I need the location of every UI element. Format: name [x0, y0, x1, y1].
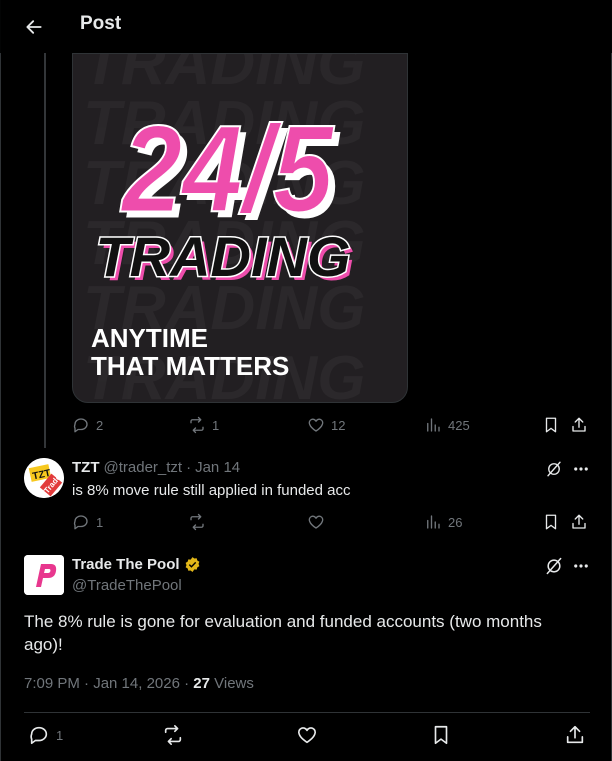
bookmark-icon [434, 725, 448, 745]
bar-chart-icon [427, 515, 440, 529]
views-button[interactable]: 425 [424, 414, 470, 436]
brand-logo-icon [24, 555, 64, 595]
bar-chart-icon [427, 418, 440, 432]
post-timestamp[interactable]: 7:09 PM · Jan 14, 2026 · [24, 675, 189, 692]
view-count: 425 [448, 417, 470, 433]
bookmark-icon [545, 417, 557, 433]
author-handle[interactable]: @trader_tzt [104, 459, 183, 476]
share-icon [572, 417, 586, 432]
share-button[interactable] [564, 724, 586, 746]
share-icon [572, 514, 586, 529]
avatar[interactable]: TZT Trade [24, 458, 64, 498]
post-text: The 8% rule is gone for evaluation and f… [24, 612, 542, 654]
share-icon [566, 725, 584, 744]
reply-button[interactable]: 1 [72, 511, 103, 533]
repost-button[interactable]: 1 [188, 414, 219, 436]
heart-icon [308, 418, 324, 432]
reply-action-bar: 1 26 [72, 511, 596, 533]
views-button[interactable]: 26 [424, 511, 462, 533]
tagline-line-2: THAT MATTERS [91, 351, 289, 381]
grok-button[interactable] [543, 458, 565, 480]
comment-icon [73, 418, 88, 433]
author-name[interactable]: TZT [72, 459, 100, 476]
page-title: Post [80, 13, 122, 34]
share-button[interactable] [570, 414, 588, 436]
bookmark-button[interactable] [430, 724, 452, 746]
bookmark-button[interactable] [542, 414, 560, 436]
author-handle[interactable]: @TradeThePool [72, 577, 182, 594]
reply-count: 1 [56, 727, 64, 743]
back-button[interactable] [18, 11, 50, 43]
grok-button[interactable] [543, 555, 565, 577]
view-count: 26 [448, 514, 463, 530]
author-name-row[interactable]: Trade The Pool [72, 556, 201, 573]
bookmark-button[interactable] [542, 511, 560, 533]
post-date[interactable]: Jan 14 [195, 459, 240, 476]
repost-count: 1 [212, 417, 220, 433]
verified-badge-icon [185, 557, 199, 572]
more-icon [574, 564, 588, 568]
repost-button[interactable] [162, 724, 184, 746]
repost-icon [190, 513, 204, 531]
separator: · [186, 459, 192, 476]
share-button[interactable] [570, 511, 588, 533]
bookmark-icon [545, 514, 557, 530]
post-media-image[interactable]: TRADING TRADING TRADING TRADING TRADING … [72, 53, 408, 403]
post-action-bar: 2 1 12 425 [72, 414, 596, 436]
views-label: Views [214, 675, 254, 692]
reply-button[interactable]: 1 [28, 724, 63, 746]
headline-text: 24/5 [120, 100, 335, 238]
top-bar: Post [0, 0, 612, 53]
repost-icon [164, 725, 182, 745]
subhead-text: TRADING [95, 225, 350, 288]
reply-button[interactable]: 2 [72, 414, 103, 436]
reply-author-line: TZT @trader_tzt · Jan 14 [72, 459, 240, 476]
divider [24, 712, 590, 713]
grok-icon [547, 461, 561, 477]
arrow-left-icon [26, 20, 42, 34]
like-button[interactable]: 12 [307, 414, 345, 436]
grok-icon [546, 557, 562, 575]
more-options-button[interactable] [570, 458, 592, 480]
more-icon [574, 467, 588, 471]
reply-count: 2 [96, 417, 104, 433]
tagline-line-1: ANYTIME [91, 323, 208, 353]
like-count: 12 [331, 417, 346, 433]
reply-text: is 8% move rule still applied in funded … [72, 482, 351, 499]
thread-connector-line [44, 53, 46, 448]
main-action-bar: 1 [24, 724, 590, 748]
repost-icon [190, 416, 204, 434]
like-button[interactable] [307, 511, 325, 533]
reply-count: 1 [96, 514, 104, 530]
repost-button[interactable] [188, 511, 206, 533]
heart-icon [297, 727, 317, 744]
heart-icon [308, 515, 324, 529]
comment-icon [73, 515, 88, 530]
view-count[interactable]: 27 [193, 675, 210, 692]
comment-icon [30, 726, 48, 745]
avatar[interactable] [24, 555, 64, 595]
like-button[interactable] [296, 724, 318, 746]
more-options-button[interactable] [570, 555, 592, 577]
author-name[interactable]: Trade The Pool [72, 556, 180, 573]
post-meta: 7:09 PM · Jan 14, 2026 · 27 Views [24, 675, 254, 692]
